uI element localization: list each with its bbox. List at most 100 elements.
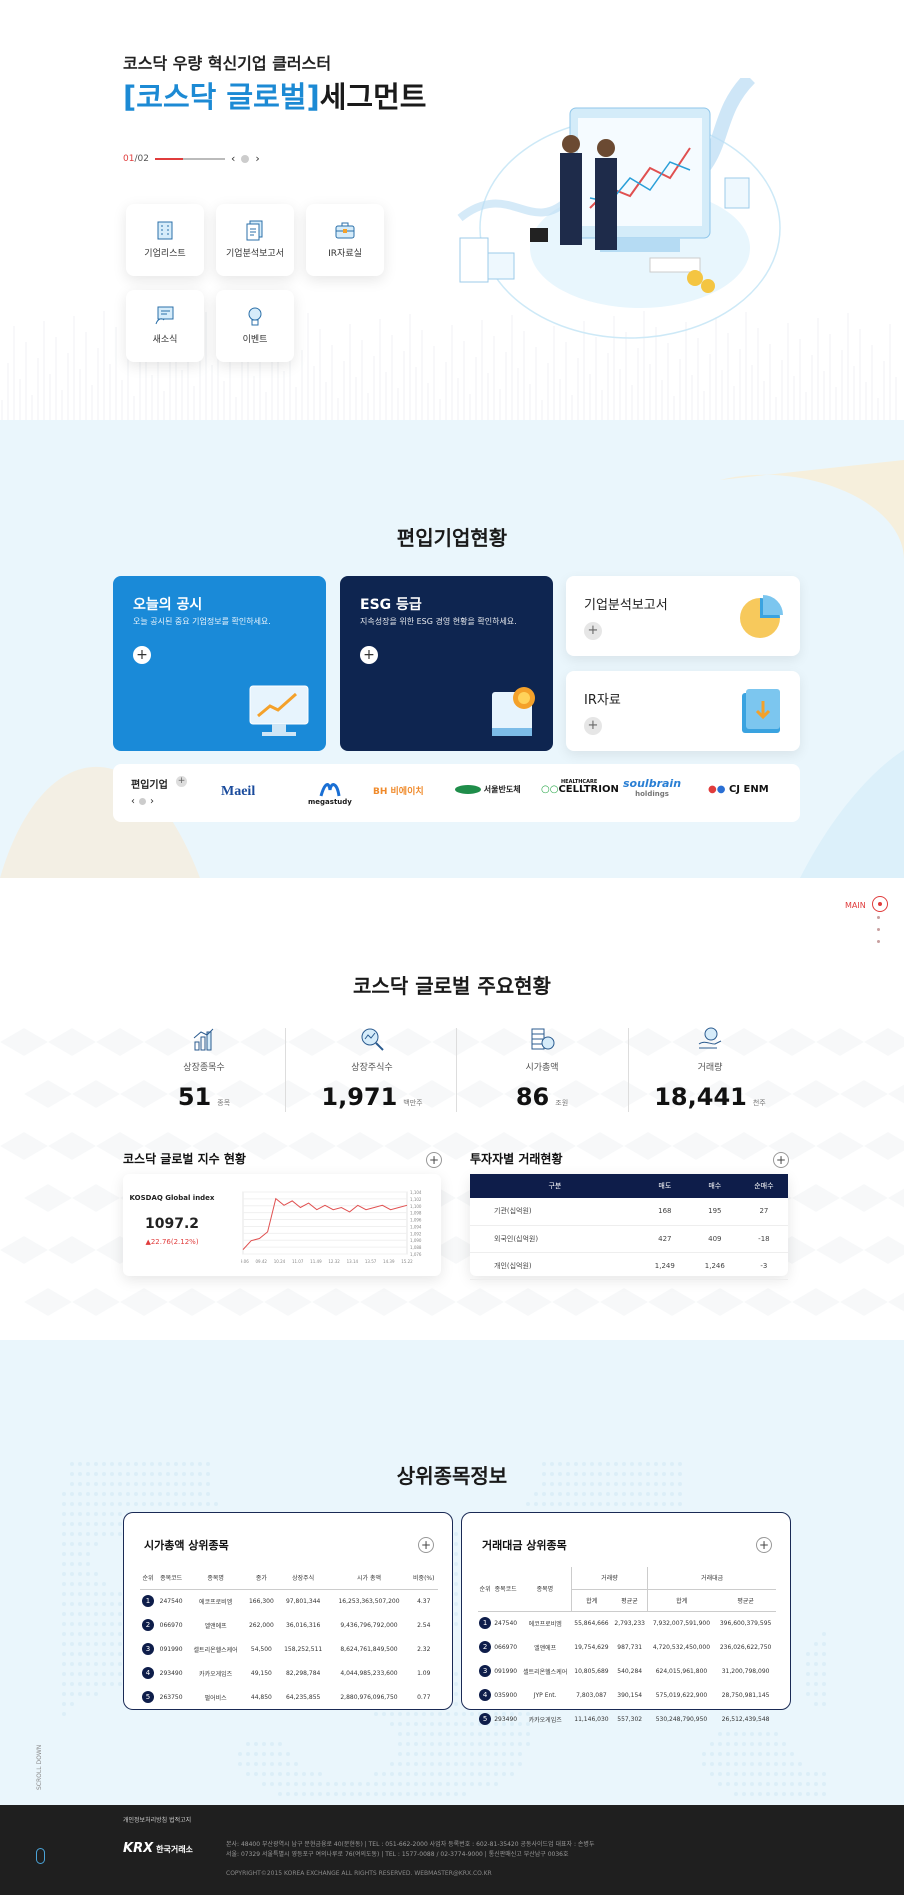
quick-card-ir[interactable]: IR자료실 [306,204,384,276]
cell: 19,754,629 [574,1643,609,1651]
logo-maeil[interactable]: Maeil [221,784,255,800]
table-header: 종목명 [519,1567,572,1612]
soulbrain-logo-sub: holdings [635,790,669,798]
quick-card-event[interactable]: 이벤트 [216,290,294,362]
more-button[interactable]: + [584,717,602,735]
logo-celltrion[interactable]: HEALTHCARE ○○CELLTRION [541,778,619,795]
pager-pause-button[interactable] [241,154,250,163]
cell: 4,720,532,450,000 [652,1643,711,1651]
index-more-button[interactable]: + [426,1152,442,1168]
stat-value: 18,441 [654,1083,747,1111]
cell: 987,731 [617,1643,643,1651]
index-value: 1097.2 [144,1216,200,1232]
table-row[interactable]: 4 293490 카카오게임즈 49,150 82,298,784 4,044,985,2… [140,1661,438,1685]
cell: 카카오게임즈 [528,1716,562,1724]
cell: 263750 [159,1693,183,1701]
rank-badge: 5 [141,1691,154,1703]
side-nav-dot[interactable] [877,916,880,919]
ir-material-card[interactable]: IR자료 + [566,671,800,751]
more-button[interactable]: + [133,646,151,664]
rank-badge: 2 [479,1641,492,1653]
logo-soulbrain[interactable]: soulbrain holdings [623,778,681,800]
companies-prev-button[interactable]: ‹ [131,796,135,807]
side-nav-main-dot[interactable] [872,896,888,912]
pager-next-button[interactable]: › [255,152,259,165]
cell-rank: 2 [140,1613,156,1637]
table-header: 매수 [689,1174,740,1198]
lightbulb-icon [248,307,262,326]
table-row[interactable]: 1 247540 에코프로비엠 166,300 97,801,344 16,253,363… [140,1589,438,1613]
quick-card-analysis[interactable]: 기업분석보고서 [216,204,294,276]
market-cap-more-button[interactable]: + [418,1537,434,1553]
pager-progress [154,157,225,160]
table-header: 순매수 [739,1174,788,1198]
cell: 10,805,689 [574,1667,609,1675]
stat-unit: 조원 [555,1099,569,1107]
table-header: 거래량 [570,1567,648,1590]
companies-more-button[interactable]: + [176,776,187,787]
cell: 540,284 [617,1667,643,1675]
cell-rank: 3 [140,1637,156,1661]
stat-unit: 백만주 [403,1099,423,1107]
quick-card-company-list[interactable]: 기업리스트 [126,204,204,276]
quick-card-news[interactable]: 새소식 [126,290,204,362]
esg-grade-card[interactable]: ESG 등급 지속성장을 위한 ESG 경영 현황을 확인하세요. + [340,576,553,751]
footer-links[interactable]: 개인정보처리방침 법적고지 [123,1815,191,1824]
seoul-semiconductor-logo-text: 서울반도체 [483,785,521,794]
cell: 11,146,030 [574,1715,609,1723]
rank-badge: 2 [141,1619,154,1631]
megastudy-logo-mark [319,783,341,797]
logo-megastudy[interactable]: megastudy [308,780,352,806]
logo-cj-enm[interactable]: ●● CJ ENM [708,784,769,795]
x-tick-label: 13.14 [347,1259,359,1264]
table-row[interactable]: 4 035900 JYP Ent. 7,803,087 390,154 575,019,6… [478,1683,776,1707]
logo-bh[interactable]: BH 비에이치 [373,784,424,797]
stat-value: 86 [515,1083,550,1111]
cell: 557,302 [617,1715,643,1723]
stat-label: 상장종목수 [183,1063,225,1073]
more-button[interactable]: + [584,622,602,640]
cell: 9,436,796,792,000 [340,1621,398,1629]
investor-more-button[interactable]: + [773,1152,789,1168]
today-disclosure-card[interactable]: 오늘의 공시 오늘 공시된 중요 기업정보를 확인하세요. + [113,576,326,751]
report-icon [246,220,263,241]
cell: 262,000 [248,1621,274,1629]
address-line: 본사: 48400 부산광역시 남구 문현금융로 40(문현동) | TEL :… [226,1841,595,1848]
logo-seoul-semiconductor[interactable]: 서울반도체 [455,784,521,795]
side-nav-main-label[interactable]: MAIN [845,901,866,910]
table-row[interactable]: 3 091990 셀트리온헬스케어 54,500 158,252,511 8,624,76… [140,1637,438,1661]
x-tick-label: 09.06 [241,1259,249,1264]
trade-value-more-button[interactable]: + [756,1537,772,1553]
table-row[interactable]: 5 263750 펄어비스 44,850 64,235,855 2,880,976,096… [140,1685,438,1709]
quick-card-label: 이벤트 [242,335,268,345]
x-tick-label: 14.39 [383,1259,395,1264]
x-tick-label: 13.57 [365,1259,377,1264]
cell: 0.77 [417,1693,431,1701]
cell: 49,150 [250,1669,272,1677]
table-row[interactable]: 2 066970 엘앤에프 262,000 36,016,316 9,436,796,79… [140,1613,438,1637]
top-section-title: 상위종목정보 [396,1464,508,1488]
business-handshake-illustration [457,78,781,339]
table-row[interactable]: 2 066970 엘앤에프 19,754,629 987,731 4,720,532,45… [478,1635,776,1659]
table-row[interactable]: 5 293490 카카오게임즈 11,146,030 557,302 530,248,79… [478,1707,776,1731]
table-header: 상장주식 [277,1567,329,1590]
trade-value-table: 순위 종목코드 종목명 거래량 거래대금 합계 평균균 합계 평균균 1 2475… [478,1567,776,1731]
table-row[interactable]: 1 247540 에코프로비엠 55,864,666 2,793,233 7,932,00… [478,1611,776,1635]
hero-title: [코스닥 글로벌]세그먼트 [123,74,426,116]
card-title: 기업분석보고서 [584,598,668,613]
table-row: 외국인(십억원) 427 409 -18 [470,1225,788,1253]
pager-prev-button[interactable]: ‹ [231,152,235,165]
more-button[interactable]: + [360,646,378,664]
cell: 7,932,007,591,900 [652,1619,711,1627]
table-header: 비중(%) [409,1567,438,1590]
companies-pause-button[interactable] [139,798,146,805]
table-row[interactable]: 3 091990 셀트리온헬스케어 10,805,689 540,284 624,015,… [478,1659,776,1683]
analysis-report-card[interactable]: 기업분석보고서 + [566,576,800,656]
cell-rank: 2 [478,1635,492,1659]
stat-divider [456,1028,457,1112]
y-tick-label: 1,100 [410,1204,422,1209]
companies-next-button[interactable]: › [150,796,154,807]
side-nav-dot[interactable] [877,940,880,943]
cell: 36,016,316 [285,1621,321,1629]
side-nav-dot[interactable] [877,928,880,931]
